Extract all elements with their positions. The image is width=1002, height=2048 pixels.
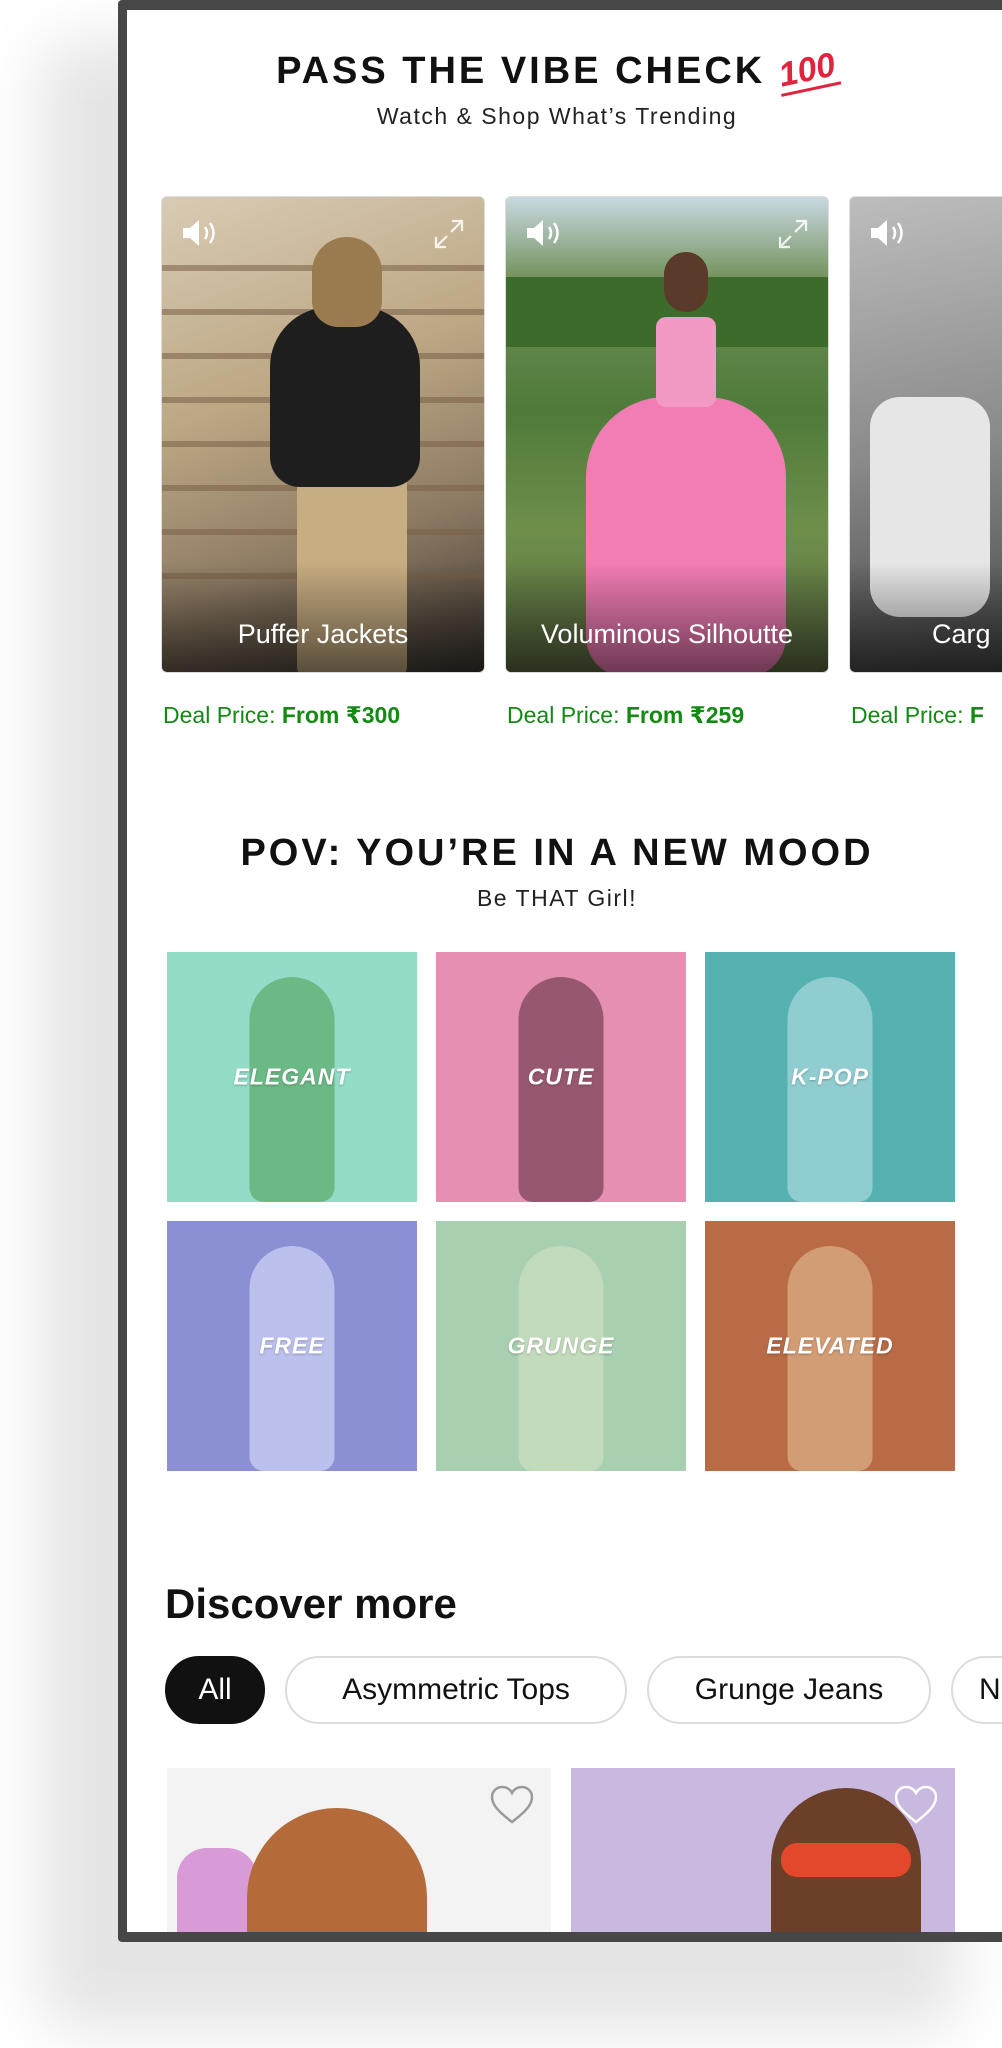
discover-more-title: Discover more — [165, 1580, 457, 1627]
mood-tile-free[interactable]: FREE — [167, 1221, 417, 1471]
video-card-voluminous-silhoutte[interactable]: Voluminous Silhoutte — [505, 196, 829, 673]
filter-chip-all[interactable]: All — [165, 1656, 265, 1724]
mood-grid: ELEGANT CUTE K-POP FREE GRUNGE ELEVATED — [167, 952, 957, 1472]
heart-icon[interactable] — [893, 1784, 939, 1826]
video-card-cargo[interactable]: Carg — [849, 196, 1002, 673]
deal-price: Deal Price: F — [851, 702, 984, 728]
vibe-check-header: PASS THE VIBE CHECK 100 Watch & Shop Wha… — [127, 45, 987, 130]
heart-icon[interactable] — [489, 1784, 535, 1826]
product-grid — [167, 1768, 1002, 1932]
mood-label: ELEVATED — [766, 1332, 894, 1359]
speaker-icon[interactable] — [868, 217, 908, 249]
mood-title: POV: YOU’RE IN A NEW MOOD — [240, 832, 874, 874]
video-card-label: Voluminous Silhoutte — [540, 619, 794, 649]
video-carousel[interactable]: Puffer Jackets Voluminous Silhoutte Carg… — [161, 196, 1002, 736]
mood-tile-kpop[interactable]: K-POP — [705, 952, 955, 1202]
mood-label: GRUNGE — [507, 1332, 615, 1359]
filter-chip-row: All Asymmetric Tops Grunge Jeans N — [165, 1656, 1002, 1726]
mood-tile-grunge[interactable]: GRUNGE — [436, 1221, 686, 1471]
mood-label: ELEGANT — [233, 1063, 351, 1090]
mood-tile-cute[interactable]: CUTE — [436, 952, 686, 1202]
video-card-label: Carg — [932, 619, 991, 649]
mood-header: POV: YOU’RE IN A NEW MOOD Be THAT Girl! — [127, 832, 987, 912]
deal-price: Deal Price: From ₹259 — [507, 702, 745, 728]
expand-icon[interactable] — [432, 217, 466, 251]
filter-chip-grunge-jeans[interactable]: Grunge Jeans — [647, 1656, 931, 1724]
video-card-label: Puffer Jackets — [237, 619, 409, 649]
mood-label: FREE — [259, 1332, 325, 1359]
filter-chip-next[interactable]: N — [951, 1656, 1002, 1724]
expand-icon[interactable] — [776, 217, 810, 251]
video-card-puffer-jackets[interactable]: Puffer Jackets — [161, 196, 485, 673]
deal-price: Deal Price: From ₹300 — [163, 702, 401, 728]
vibe-check-subtitle: Watch & Shop What’s Trending — [376, 103, 738, 129]
product-card[interactable] — [167, 1768, 551, 1932]
mood-subtitle: Be THAT Girl! — [476, 885, 638, 911]
mood-label: CUTE — [527, 1063, 595, 1090]
product-card[interactable] — [571, 1768, 955, 1932]
app-screen: PASS THE VIBE CHECK 100 Watch & Shop Wha… — [127, 10, 1002, 1932]
mood-label: K-POP — [791, 1063, 869, 1090]
speaker-icon[interactable] — [180, 217, 220, 249]
speaker-icon[interactable] — [524, 217, 564, 249]
hundred-emoji-icon: 100 — [773, 45, 842, 97]
vibe-check-title: PASS THE VIBE CHECK 100 — [276, 45, 842, 97]
mood-tile-elevated[interactable]: ELEVATED — [705, 1221, 955, 1471]
filter-chip-asymmetric-tops[interactable]: Asymmetric Tops — [285, 1656, 627, 1724]
mood-tile-elegant[interactable]: ELEGANT — [167, 952, 417, 1202]
